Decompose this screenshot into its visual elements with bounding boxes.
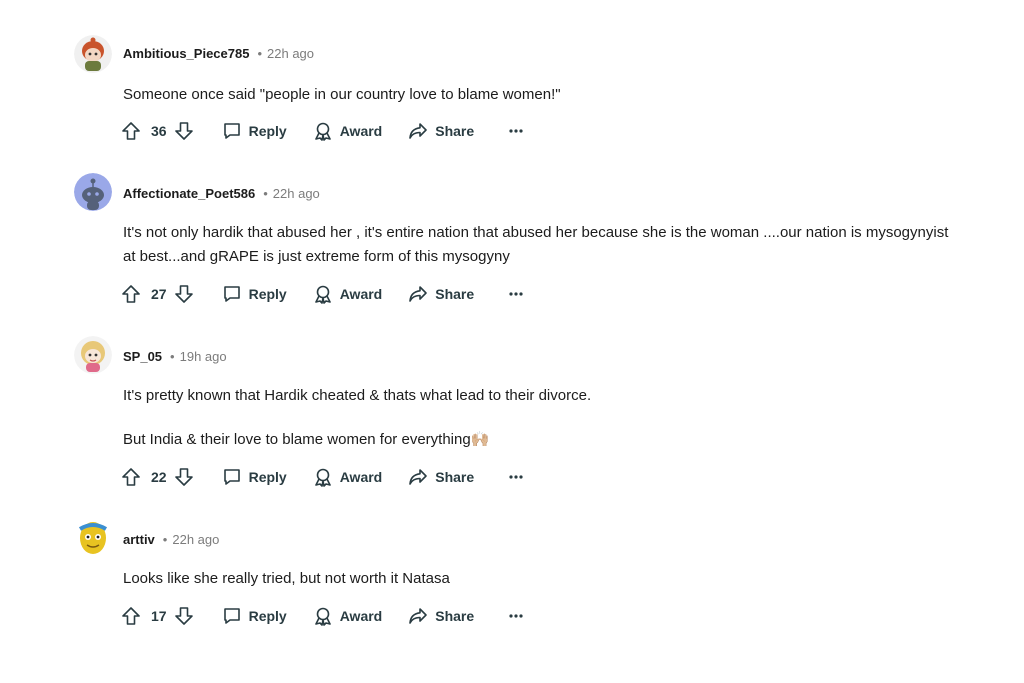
timestamp[interactable]: 22h ago xyxy=(273,186,320,201)
comment-paragraph: But India & their love to blame women fo… xyxy=(123,431,490,448)
share-button[interactable]: Share xyxy=(408,121,474,141)
comment-paragraph: Looks like she really tried, but not wor… xyxy=(123,570,450,587)
avatar[interactable] xyxy=(74,519,112,557)
award-button[interactable]: Award xyxy=(313,121,383,141)
share-label: Share xyxy=(435,608,475,624)
comment-paragraph: It's not only hardik that abused her , i… xyxy=(123,224,949,265)
comment-paragraph: Someone once said "people in our country… xyxy=(123,86,561,103)
comment-meta: arttiv • 22h ago xyxy=(123,532,219,548)
author-name[interactable]: Ambitious_Piece785 xyxy=(123,46,249,61)
vote-count: 27 xyxy=(151,286,167,302)
ellipsis-icon xyxy=(508,474,524,480)
snoo-red-hair-avatar-icon xyxy=(74,35,112,73)
share-button[interactable]: Share xyxy=(408,284,474,304)
downvote-icon[interactable] xyxy=(174,121,194,141)
author-name[interactable]: SP_05 xyxy=(123,349,162,364)
comment-meta: SP_05 • 19h ago xyxy=(123,349,227,365)
comment-body: Looks like she really tried, but not wor… xyxy=(123,567,963,591)
share-label: Share xyxy=(435,469,475,485)
award-ribbon-icon xyxy=(313,284,333,304)
default-snoo-blue-avatar-icon xyxy=(74,173,112,211)
comment-body: Someone once said "people in our country… xyxy=(123,83,963,107)
reply-button[interactable]: Reply xyxy=(222,467,287,487)
share-arrow-icon xyxy=(408,284,428,304)
timestamp[interactable]: 22h ago xyxy=(267,46,314,61)
author-name[interactable]: Affectionate_Poet586 xyxy=(123,186,255,201)
reply-label: Reply xyxy=(248,286,287,302)
award-ribbon-icon xyxy=(313,606,333,626)
share-label: Share xyxy=(435,286,475,302)
avatar[interactable] xyxy=(74,336,112,374)
award-label: Award xyxy=(339,286,383,302)
separator-dot: • xyxy=(170,349,175,364)
award-button[interactable]: Award xyxy=(313,606,383,626)
award-button[interactable]: Award xyxy=(313,467,383,487)
comment-actions: 27 Reply Award Share xyxy=(121,282,524,306)
speech-bubble-icon xyxy=(222,467,242,487)
speech-bubble-icon xyxy=(222,284,242,304)
comment-thread: Ambitious_Piece785 • 22h ago Someone once … xyxy=(0,0,1024,683)
comment-body: It's pretty known that Hardik cheated & … xyxy=(123,384,963,452)
upvote-icon[interactable] xyxy=(121,467,141,487)
reply-label: Reply xyxy=(248,469,287,485)
comment-meta: Affectionate_Poet586 • 22h ago xyxy=(123,186,320,202)
author-name[interactable]: arttiv xyxy=(123,532,155,547)
separator-dot: • xyxy=(263,186,268,201)
reply-label: Reply xyxy=(248,608,287,624)
timestamp[interactable]: 19h ago xyxy=(180,349,227,364)
award-label: Award xyxy=(339,608,383,624)
share-arrow-icon xyxy=(408,121,428,141)
timestamp[interactable]: 22h ago xyxy=(172,532,219,547)
comment-actions: 22 Reply Award Share xyxy=(121,465,524,489)
award-label: Award xyxy=(339,469,383,485)
award-ribbon-icon xyxy=(313,467,333,487)
ellipsis-icon xyxy=(508,128,524,134)
award-ribbon-icon xyxy=(313,121,333,141)
speech-bubble-icon xyxy=(222,606,242,626)
vote-controls: 22 xyxy=(121,467,194,487)
vote-controls: 17 xyxy=(121,606,194,626)
reply-label: Reply xyxy=(248,123,287,139)
comment-body: It's not only hardik that abused her , i… xyxy=(123,221,963,269)
avatar[interactable] xyxy=(74,173,112,211)
vote-count: 36 xyxy=(151,123,167,139)
downvote-icon[interactable] xyxy=(174,284,194,304)
share-arrow-icon xyxy=(408,467,428,487)
more-options-button[interactable] xyxy=(508,474,524,480)
comment-meta: Ambitious_Piece785 • 22h ago xyxy=(123,46,314,62)
reply-button[interactable]: Reply xyxy=(222,121,287,141)
ellipsis-icon xyxy=(508,291,524,297)
downvote-icon[interactable] xyxy=(174,467,194,487)
share-label: Share xyxy=(435,123,475,139)
ellipsis-icon xyxy=(508,613,524,619)
snoo-blonde-avatar-icon xyxy=(74,336,112,374)
comment-paragraph: It's pretty known that Hardik cheated & … xyxy=(123,387,592,404)
comment-actions: 36 Reply Award Share xyxy=(121,119,524,143)
vote-count: 17 xyxy=(151,608,167,624)
share-button[interactable]: Share xyxy=(408,606,474,626)
more-options-button[interactable] xyxy=(508,291,524,297)
more-options-button[interactable] xyxy=(508,613,524,619)
vote-controls: 36 xyxy=(121,121,194,141)
award-button[interactable]: Award xyxy=(313,284,383,304)
speech-bubble-icon xyxy=(222,121,242,141)
vote-controls: 27 xyxy=(121,284,194,304)
share-button[interactable]: Share xyxy=(408,467,474,487)
reply-button[interactable]: Reply xyxy=(222,284,287,304)
snoo-yellow-avatar-icon xyxy=(74,519,112,557)
more-options-button[interactable] xyxy=(508,128,524,134)
avatar[interactable] xyxy=(74,35,112,73)
reply-button[interactable]: Reply xyxy=(222,606,287,626)
upvote-icon[interactable] xyxy=(121,606,141,626)
vote-count: 22 xyxy=(151,469,167,485)
separator-dot: • xyxy=(162,532,168,547)
downvote-icon[interactable] xyxy=(174,606,194,626)
separator-dot: • xyxy=(257,46,263,61)
upvote-icon[interactable] xyxy=(121,284,141,304)
upvote-icon[interactable] xyxy=(121,121,141,141)
award-label: Award xyxy=(339,123,383,139)
comment-actions: 17 Reply Award Share xyxy=(121,604,524,628)
share-arrow-icon xyxy=(408,606,428,626)
